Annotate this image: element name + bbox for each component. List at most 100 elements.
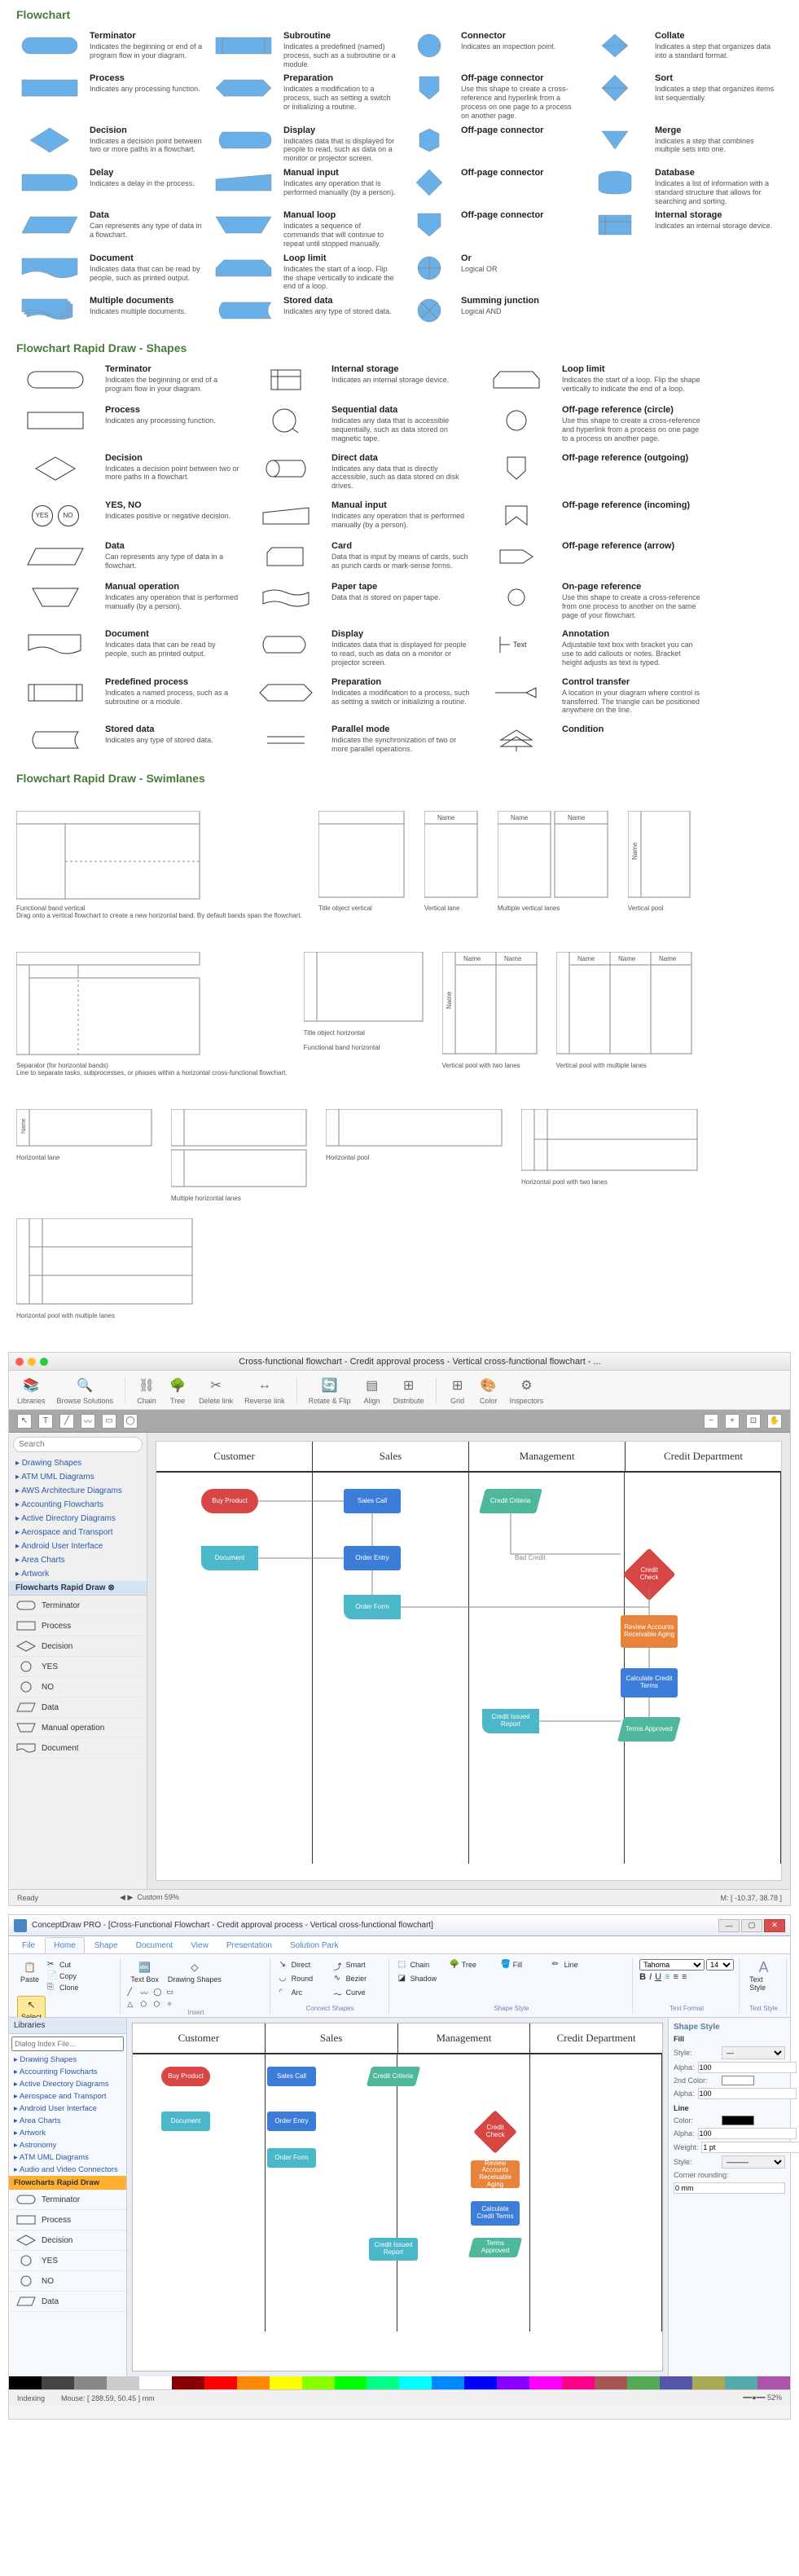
palette-shape[interactable]: NO	[9, 1677, 147, 1698]
maximize-button[interactable]	[40, 1358, 48, 1366]
color-swatch[interactable]	[399, 2376, 432, 2389]
library-item[interactable]: ▸ Active Directory Diagrams	[9, 1512, 147, 1526]
toolbar-tree[interactable]: 🌳Tree	[168, 1376, 187, 1405]
library-item[interactable]: ▸ Android User Interface	[9, 2103, 126, 2115]
palette-shape[interactable]: Terminator	[9, 1596, 147, 1616]
corner-rounding[interactable]	[674, 2182, 785, 2194]
minimize-button[interactable]: —	[718, 1919, 740, 1932]
bold-button[interactable]: B	[639, 1972, 646, 1982]
conn-bezier[interactable]: ∿Bezier	[331, 1973, 380, 1984]
color-swatch[interactable]	[237, 2376, 270, 2389]
node-order-entry[interactable]: Order Entry	[267, 2111, 316, 2131]
color-swatch[interactable]	[270, 2376, 302, 2389]
canvas[interactable]: CustomerSalesManagementCredit Department…	[156, 1441, 782, 1881]
conn-direct[interactable]: ↘Direct	[277, 1959, 326, 1971]
text-style-button[interactable]: AText Style	[746, 1959, 781, 1993]
search-input[interactable]	[13, 1437, 143, 1452]
toolbar-libraries[interactable]: 📚Libraries	[17, 1376, 46, 1405]
ribbon-tab-file[interactable]: File	[14, 1938, 43, 1953]
color-swatch[interactable]	[172, 2376, 204, 2389]
color-swatch[interactable]	[725, 2376, 757, 2389]
color-swatch[interactable]	[529, 2376, 562, 2389]
library-item[interactable]: ▸ Audio and Video Connectors	[9, 2164, 126, 2176]
ribbon-tab-home[interactable]: Home	[45, 1937, 85, 1953]
mac-titlebar[interactable]: Cross-functional flowchart - Credit appr…	[9, 1353, 790, 1371]
close-button[interactable]: ✕	[764, 1919, 785, 1932]
underline-button[interactable]: U	[655, 1972, 661, 1982]
node-calc-credit[interactable]: Calculate Credit Terms	[621, 1668, 678, 1698]
palette-shape[interactable]: Data	[9, 2292, 126, 2312]
color-swatch[interactable]	[42, 2376, 74, 2389]
color-swatch[interactable]	[335, 2376, 367, 2389]
maximize-button[interactable]: ▢	[741, 1919, 762, 1932]
palette-shape[interactable]: Document	[9, 1738, 147, 1759]
zoom-pct[interactable]: 52%	[767, 2393, 782, 2402]
library-item[interactable]: ▸ Artwork	[9, 1567, 147, 1581]
library-item[interactable]: ▸ Artwork	[9, 2127, 126, 2139]
toolbar-rotate-&-flip[interactable]: 🔄Rotate & Flip	[309, 1376, 351, 1405]
toolbar-align[interactable]: ▤Align	[362, 1376, 382, 1405]
palette-shape[interactable]: YES	[9, 1657, 147, 1677]
library-item[interactable]: Flowcharts Rapid Draw ⊗	[9, 1581, 147, 1595]
color-swatch[interactable]	[204, 2376, 237, 2389]
palette-shape[interactable]: Decision	[9, 1636, 147, 1657]
node-review-accounts[interactable]: Review Accounts Receivable Aging	[621, 1615, 678, 1648]
win-titlebar[interactable]: ConceptDraw PRO - [Cross-Functional Flow…	[9, 1915, 790, 1936]
color2-swatch[interactable]	[722, 2076, 754, 2085]
library-item[interactable]: ▸ Drawing Shapes	[9, 1456, 147, 1470]
alpha2[interactable]	[698, 2088, 797, 2099]
conn-smart[interactable]: ⤴Smart	[331, 1959, 380, 1971]
palette-shape[interactable]: Decision	[9, 2230, 126, 2251]
italic-button[interactable]: I	[649, 1972, 652, 1982]
clone-button[interactable]: ⎘Clone	[45, 1982, 94, 1993]
tool-line[interactable]: ╱	[59, 1414, 74, 1429]
toolbar-reverse-link[interactable]: ↔Reverse link	[244, 1376, 285, 1405]
library-item[interactable]: ▸ Android User Interface	[9, 1539, 147, 1553]
zoom-level[interactable]: Custom 59%	[137, 1893, 179, 1901]
conn-round[interactable]: ◡Round	[277, 1973, 326, 1984]
fontsize-select[interactable]: 14	[706, 1959, 734, 1971]
ribbon-tab-document[interactable]: Document	[128, 1938, 182, 1953]
color-swatch[interactable]	[660, 2376, 692, 2389]
tree-button[interactable]: 🌳Tree	[447, 1959, 496, 1971]
library-item[interactable]: ▸ ATM UML Diagrams	[9, 2151, 126, 2164]
color-swatch[interactable]	[139, 2376, 172, 2389]
library-item[interactable]: ▸ Active Directory Diagrams	[9, 2078, 126, 2090]
tool-hand[interactable]: ✋	[767, 1414, 782, 1429]
toolbar-delete-link[interactable]: ✂Delete link	[199, 1376, 233, 1405]
node-order-form[interactable]: Order Form	[344, 1595, 401, 1619]
color-swatch[interactable]	[497, 2376, 529, 2389]
cut-button[interactable]: ✂Cut	[45, 1959, 94, 1971]
ribbon-tab-shape[interactable]: Shape	[86, 1938, 126, 1953]
conn-curve[interactable]: 〜Curve	[331, 1987, 380, 1998]
color-swatch[interactable]	[302, 2376, 335, 2389]
node-review[interactable]: Review Accounts Receivable Aging	[471, 2160, 520, 2188]
lib-search[interactable]	[11, 2037, 124, 2051]
tool-ellipse[interactable]: ◯	[123, 1414, 138, 1429]
align-center[interactable]: ≡	[674, 1972, 678, 1982]
library-item[interactable]: ▸ Astronomy	[9, 2139, 126, 2151]
toolbar-grid[interactable]: ⊞Grid	[448, 1376, 468, 1405]
toolbar-color[interactable]: 🎨Color	[479, 1376, 498, 1405]
node-order-form[interactable]: Order Form	[267, 2148, 316, 2168]
library-item[interactable]: ▸ Drawing Shapes	[9, 2054, 126, 2066]
fill-alpha[interactable]	[698, 2062, 797, 2073]
line-color[interactable]	[722, 2116, 754, 2125]
color-swatch[interactable]	[464, 2376, 497, 2389]
align-right[interactable]: ≡	[682, 1972, 687, 1982]
tool-text[interactable]: T	[38, 1414, 53, 1429]
tool-zoom-out[interactable]: −	[704, 1414, 718, 1429]
node-terms[interactable]: Terms Approved	[468, 2238, 522, 2257]
library-item[interactable]: ▸ Aerospace and Transport	[9, 1526, 147, 1539]
node-buy-product[interactable]: Buy Product	[201, 1489, 258, 1513]
tool-zoom-in[interactable]: +	[725, 1414, 740, 1429]
node-credit-criteria[interactable]: Credit Criteria	[479, 1489, 542, 1513]
ribbon-tab-solution park[interactable]: Solution Park	[282, 1938, 346, 1953]
palette-shape[interactable]: Data	[9, 1698, 147, 1718]
paste-button[interactable]: 📋Paste	[17, 1959, 42, 1993]
fill-button[interactable]: 🪣Fill	[498, 1959, 547, 1971]
palette-shape[interactable]: Process	[9, 2210, 126, 2230]
color-swatch[interactable]	[562, 2376, 595, 2389]
color-swatch[interactable]	[595, 2376, 627, 2389]
node-credit-report[interactable]: Credit Issued Report	[482, 1709, 539, 1733]
